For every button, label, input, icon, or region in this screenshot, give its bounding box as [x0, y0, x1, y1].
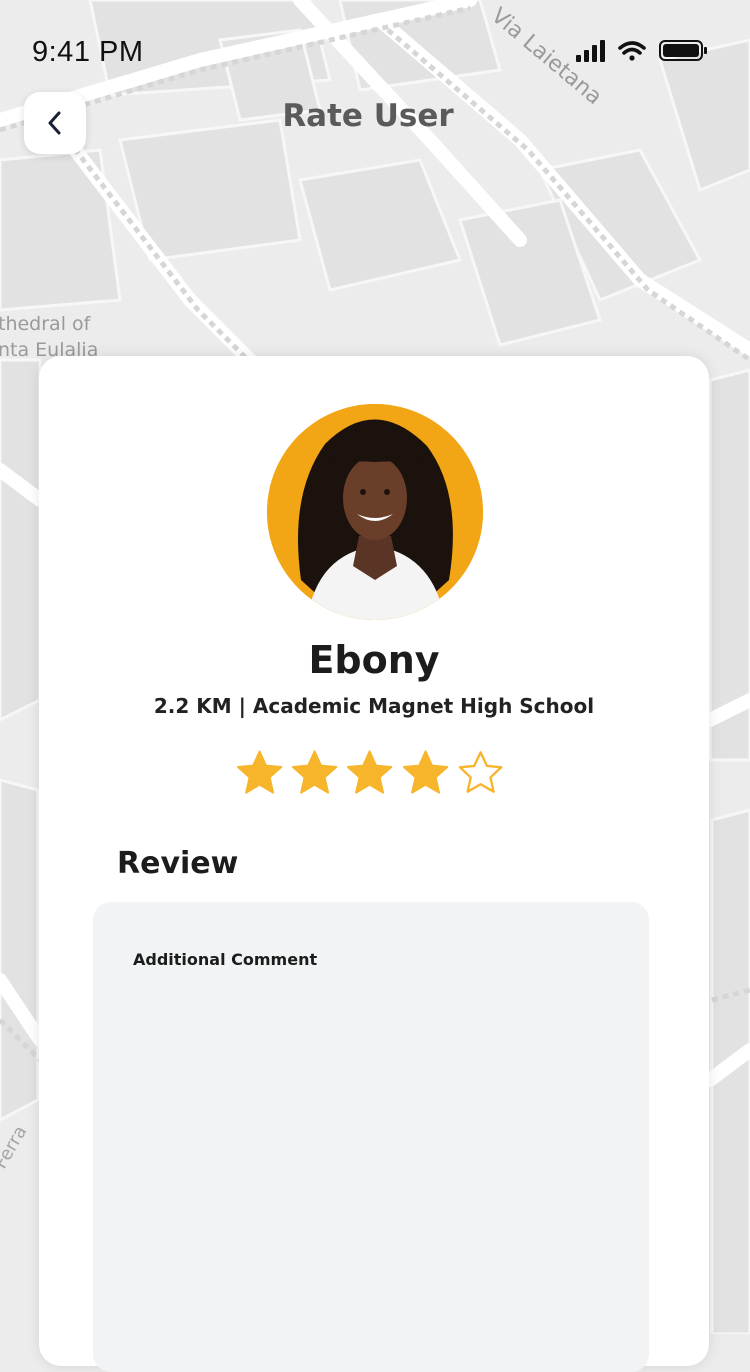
star-icon-filled[interactable] — [345, 748, 394, 798]
status-bar: 9:41 PM — [0, 0, 750, 100]
star-icon-empty[interactable] — [456, 748, 505, 798]
avatar — [267, 404, 483, 620]
status-time: 9:41 PM — [32, 36, 144, 68]
battery-icon — [659, 40, 707, 61]
rating-card: Ebony 2.2 KM | Academic Magnet High Scho… — [39, 356, 709, 1372]
review-section-title: Review — [117, 846, 239, 881]
status-icons — [576, 38, 708, 64]
user-distance-school: 2.2 KM | Academic Magnet High School — [153, 694, 595, 718]
user-name: Ebony — [308, 638, 440, 682]
star-rating — [235, 748, 505, 798]
wifi-icon — [618, 41, 646, 61]
additional-comment-label: Additional Comment — [133, 950, 318, 969]
star-icon-filled[interactable] — [401, 748, 450, 798]
cellular-signal-icon — [576, 40, 605, 62]
page-title: Rate User — [282, 98, 454, 134]
map-poi-label: thedral of — [0, 313, 92, 335]
additional-comment-field[interactable]: Additional Comment — [93, 902, 649, 1372]
star-icon-filled[interactable] — [290, 748, 339, 798]
star-icon-filled[interactable] — [235, 748, 284, 798]
